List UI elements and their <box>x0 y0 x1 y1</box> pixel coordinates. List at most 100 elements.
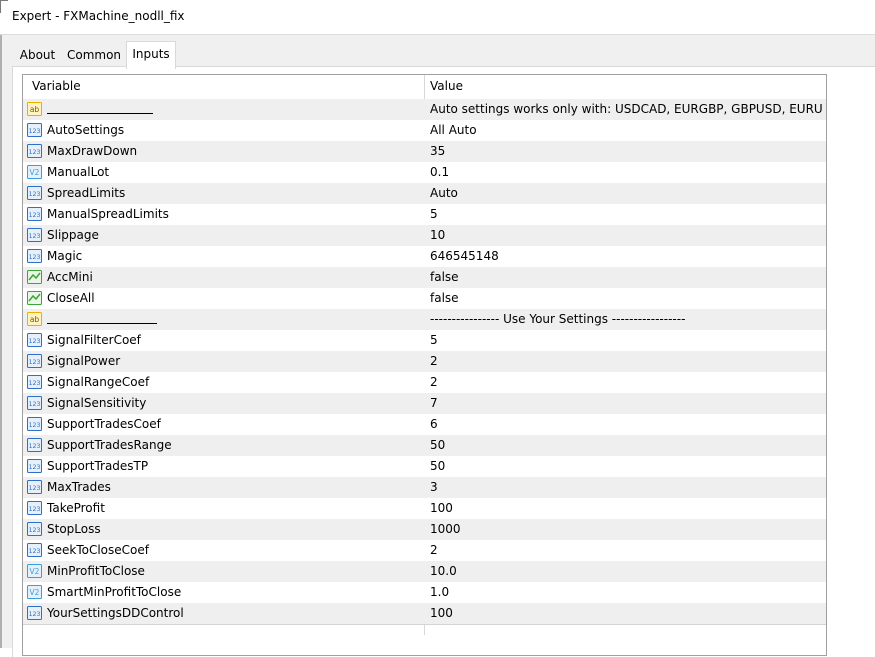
table-row[interactable]: V2 MinProfitToClose 10.0 <box>23 561 826 583</box>
integer-type-icon: 123 <box>27 186 42 200</box>
svg-text:123: 123 <box>29 380 41 387</box>
integer-type-icon: 123 <box>27 123 42 137</box>
table-row[interactable]: 123 SpreadLimits Auto <box>23 183 826 205</box>
svg-text:ab: ab <box>30 315 40 324</box>
variable-value[interactable]: false <box>430 288 822 309</box>
variable-value[interactable]: 0.1 <box>430 162 822 183</box>
variable-value[interactable]: All Auto <box>430 120 822 141</box>
double-type-icon: V2 <box>27 585 42 599</box>
variable-name: ManualSpreadLimits <box>47 207 169 221</box>
tab-inputs[interactable]: Inputs <box>126 41 176 69</box>
inputs-grid[interactable]: Variable Value ab Auto settings works onl… <box>22 74 827 656</box>
variable-value[interactable]: 100 <box>430 498 822 519</box>
variable-name: CloseAll <box>47 291 95 305</box>
table-row[interactable]: ab Auto settings works only with: USDCAD,… <box>23 99 826 121</box>
integer-type-icon: 123 <box>27 543 42 557</box>
table-row[interactable]: 123 ManualSpreadLimits 5 <box>23 204 826 226</box>
tab-common[interactable]: Common <box>63 44 125 66</box>
variable-value[interactable]: 646545148 <box>430 246 822 267</box>
variable-value[interactable]: 5 <box>430 330 822 351</box>
separator-underline <box>47 99 153 114</box>
variable-value[interactable]: Auto settings works only with: USDCAD, E… <box>430 99 822 120</box>
variable-value[interactable]: Auto <box>430 183 822 204</box>
variable-value[interactable]: false <box>430 267 822 288</box>
svg-text:123: 123 <box>29 254 41 261</box>
tab-about[interactable]: About <box>15 44 60 66</box>
variable-value[interactable]: 2 <box>430 372 822 393</box>
variable-name: SpreadLimits <box>47 186 126 200</box>
table-row[interactable]: 123 SignalPower 2 <box>23 351 826 373</box>
column-header-variable[interactable]: Variable <box>32 75 81 98</box>
variable-value[interactable]: 1.0 <box>430 582 822 603</box>
table-row[interactable]: 123 SignalSensitivity 7 <box>23 393 826 415</box>
variable-value[interactable]: 50 <box>430 456 822 477</box>
table-row[interactable]: V2 SmartMinProfitToClose 1.0 <box>23 582 826 604</box>
svg-text:123: 123 <box>29 443 41 450</box>
integer-type-icon: 123 <box>27 606 42 620</box>
variable-value[interactable]: 5 <box>430 204 822 225</box>
table-row[interactable]: 123 SignalFilterCoef 5 <box>23 330 826 352</box>
table-row[interactable]: 123 SupportTradesRange 50 <box>23 435 826 457</box>
table-row[interactable]: 123 SeekToCloseCoef 2 <box>23 540 826 562</box>
variable-value[interactable]: 7 <box>430 393 822 414</box>
boolean-type-icon <box>27 291 42 305</box>
integer-type-icon: 123 <box>27 375 42 389</box>
variable-value[interactable]: 2 <box>430 351 822 372</box>
separator-underline <box>47 309 157 324</box>
variable-name: Magic <box>47 249 83 263</box>
variable-value[interactable]: 6 <box>430 414 822 435</box>
svg-text:V2: V2 <box>30 567 40 576</box>
variable-value[interactable]: 100 <box>430 603 822 624</box>
boolean-type-icon <box>27 270 42 284</box>
variable-name: YourSettingsDDControl <box>47 606 184 620</box>
variable-value[interactable]: 10.0 <box>430 561 822 582</box>
table-row[interactable]: 123 Slippage 10 <box>23 225 826 247</box>
dialog-body: About Common Inputs Variable Value ab Aut… <box>0 35 875 657</box>
table-row[interactable]: AccMini false <box>23 267 826 289</box>
variable-value[interactable]: 50 <box>430 435 822 456</box>
integer-type-icon: 123 <box>27 396 42 410</box>
table-row[interactable]: 123 Magic 646545148 <box>23 246 826 268</box>
string-type-icon: ab <box>27 102 42 116</box>
table-row[interactable]: 123 SignalRangeCoef 2 <box>23 372 826 394</box>
table-row[interactable]: 123 AutoSettings All Auto <box>23 120 826 142</box>
column-header-value[interactable]: Value <box>430 75 463 98</box>
double-type-icon: V2 <box>27 165 42 179</box>
table-row[interactable]: 123 YourSettingsDDControl 100 <box>23 603 826 625</box>
svg-text:123: 123 <box>29 464 41 471</box>
table-row[interactable]: 123 MaxTrades 3 <box>23 477 826 499</box>
variable-name: SupportTradesCoef <box>47 417 161 431</box>
integer-type-icon: 123 <box>27 459 42 473</box>
table-row[interactable]: 123 StopLoss 1000 <box>23 519 826 541</box>
variable-value[interactable]: 3 <box>430 477 822 498</box>
integer-type-icon: 123 <box>27 417 42 431</box>
double-type-icon: V2 <box>27 564 42 578</box>
variable-value[interactable]: 10 <box>430 225 822 246</box>
variable-name: MaxDrawDown <box>47 144 138 158</box>
variable-name: SmartMinProfitToClose <box>47 585 182 599</box>
table-row[interactable]: 123 SupportTradesCoef 6 <box>23 414 826 436</box>
svg-text:123: 123 <box>29 506 41 513</box>
integer-type-icon: 123 <box>27 228 42 242</box>
table-row[interactable]: 123 SupportTradesTP 50 <box>23 456 826 478</box>
table-row[interactable]: 123 MaxDrawDown 35 <box>23 141 826 163</box>
variable-name: SignalFilterCoef <box>47 333 141 347</box>
table-row[interactable]: CloseAll false <box>23 288 826 310</box>
variable-value[interactable]: ---------------- Use Your Settings -----… <box>430 309 822 330</box>
svg-text:V2: V2 <box>30 588 40 597</box>
variable-value[interactable]: 1000 <box>430 519 822 540</box>
integer-type-icon: 123 <box>27 354 42 368</box>
variable-name: AccMini <box>47 270 93 284</box>
variable-value[interactable]: 35 <box>430 141 822 162</box>
svg-text:123: 123 <box>29 212 41 219</box>
variable-name: MinProfitToClose <box>47 564 145 578</box>
integer-type-icon: 123 <box>27 501 42 515</box>
table-row[interactable]: V2 ManualLot 0.1 <box>23 162 826 184</box>
table-row[interactable]: ab ---------------- Use Your Settings ---… <box>23 309 826 331</box>
svg-text:123: 123 <box>29 359 41 366</box>
left-edge-divider <box>0 35 2 648</box>
variable-value[interactable]: 2 <box>430 540 822 561</box>
title-bar: Expert - FXMachine_nodll_fix <box>0 0 875 35</box>
table-row[interactable]: 123 TakeProfit 100 <box>23 498 826 520</box>
svg-text:123: 123 <box>29 191 41 198</box>
